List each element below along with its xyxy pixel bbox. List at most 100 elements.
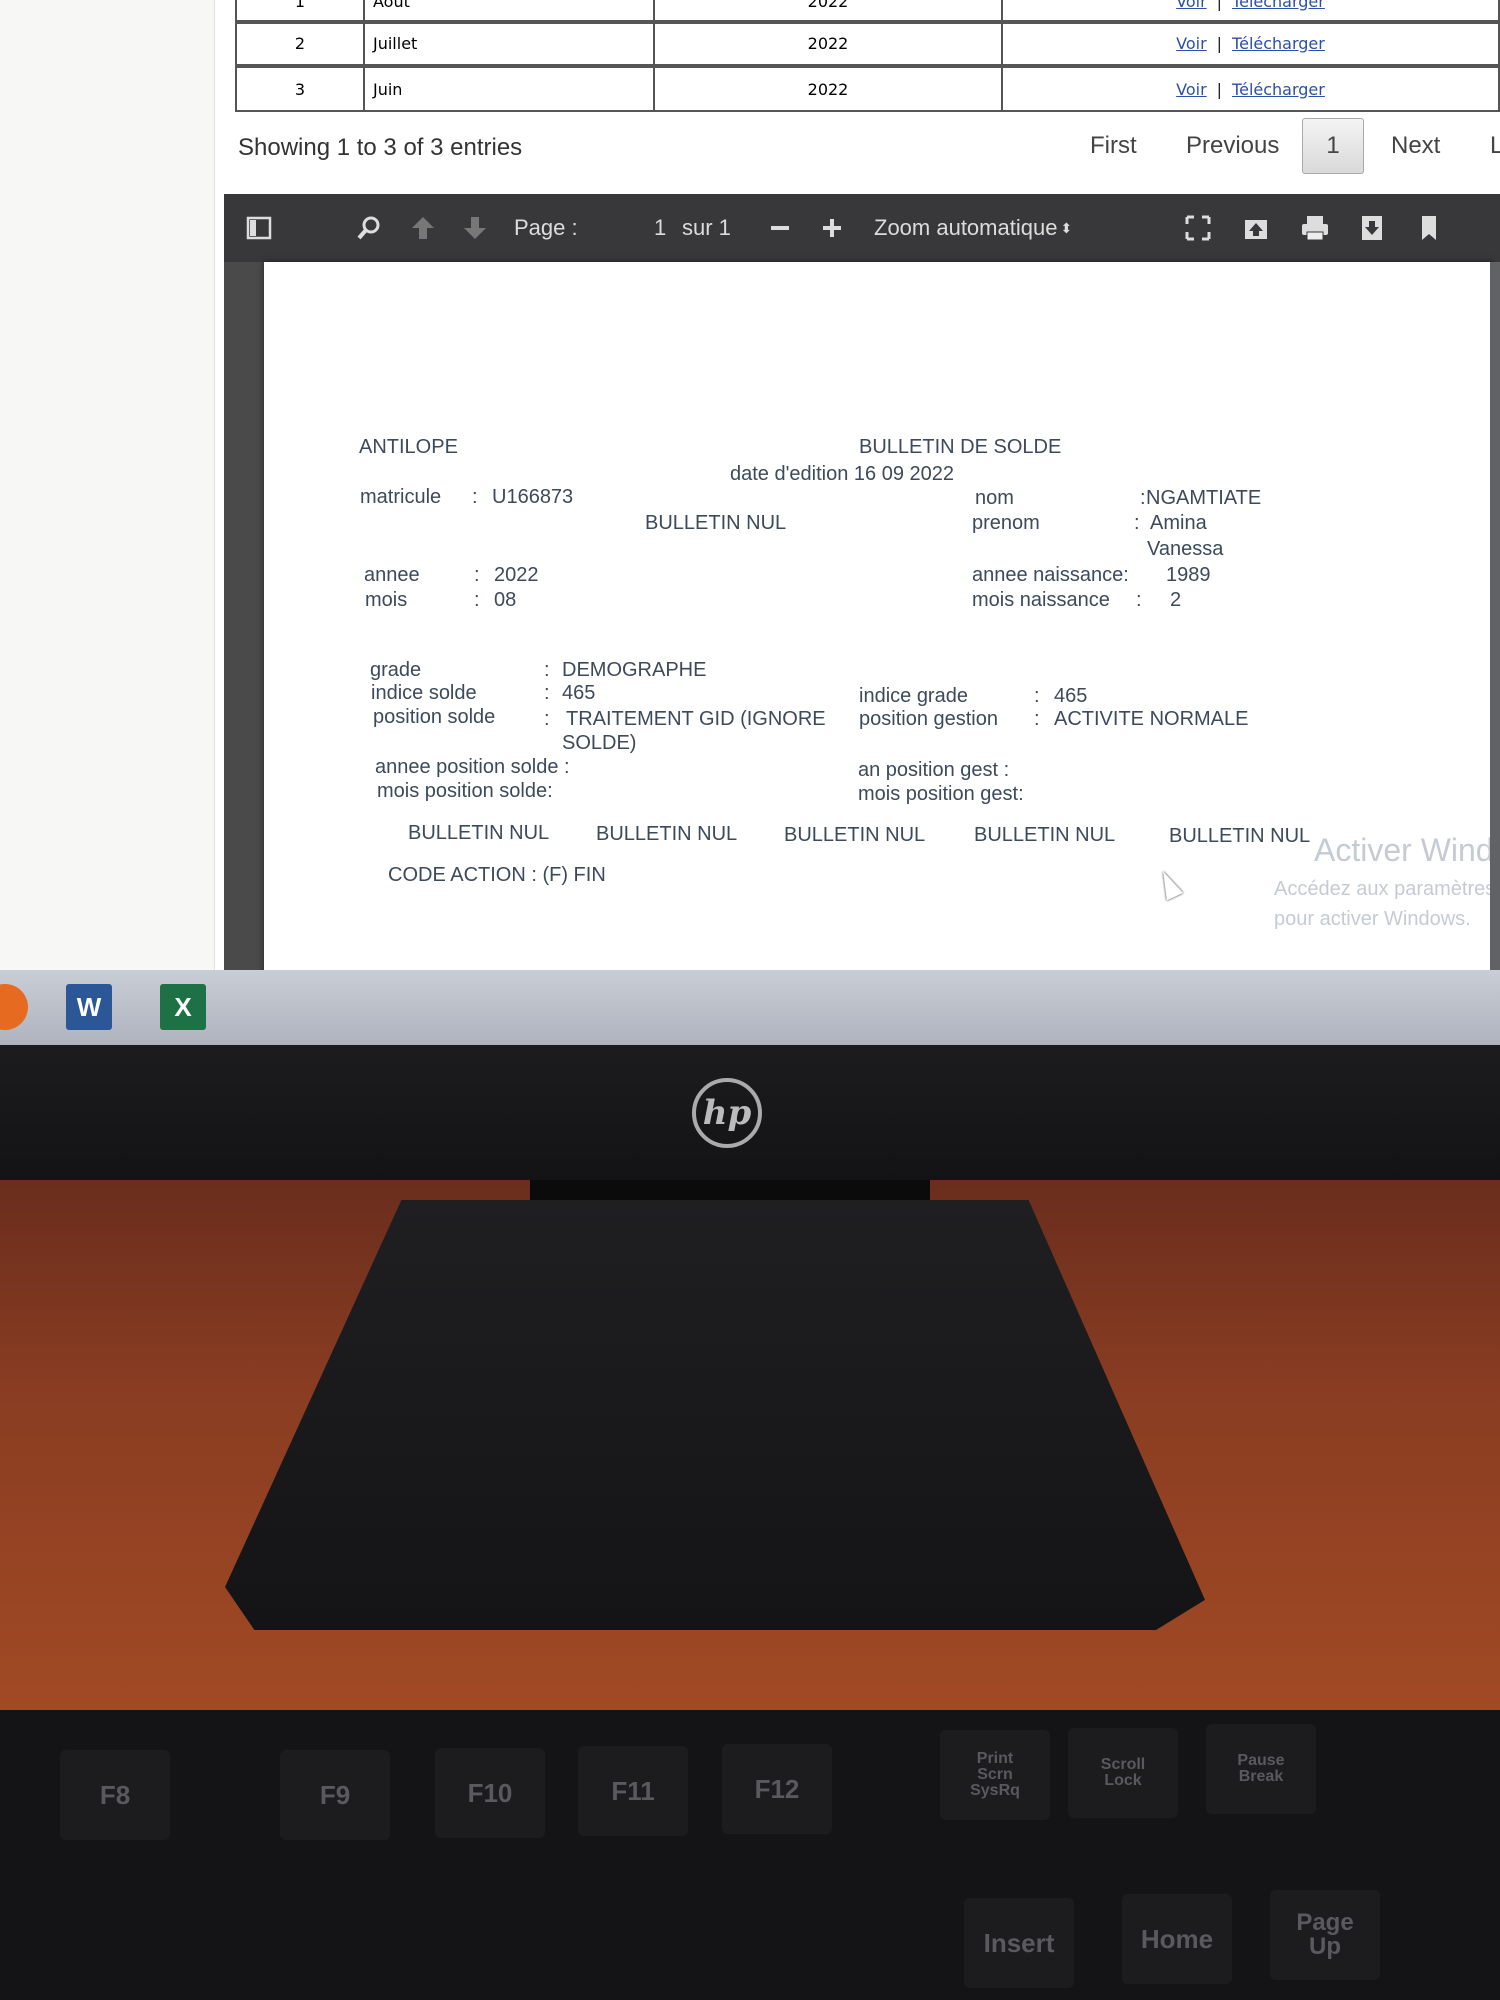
colon: : — [1136, 589, 1142, 611]
row-year: 2022 — [653, 66, 1001, 112]
pdf-viewer: Page : 1 sur 1 Zoom automatique ⬍ ANTILO… — [224, 194, 1500, 1002]
zoom-select[interactable]: Zoom automatique ⬍ — [874, 214, 1072, 242]
download-link[interactable]: Télécharger — [1232, 0, 1325, 11]
mois-position-solde-label: mois position solde: — [377, 780, 553, 802]
hp-logo: hp — [692, 1078, 762, 1148]
status-row-item: BULLETIN NUL — [596, 823, 738, 845]
row-number: 2 — [235, 20, 363, 66]
code-action: CODE ACTION : (F) FIN — [388, 864, 606, 886]
doc-edition-date: date d'edition 16 09 2022 — [730, 463, 955, 485]
position-solde-label: position solde — [373, 706, 496, 728]
download-icon[interactable] — [1358, 214, 1386, 242]
browser-icon[interactable] — [0, 984, 28, 1030]
zoom-out-icon[interactable] — [768, 214, 792, 242]
print-icon[interactable] — [1300, 214, 1330, 242]
row-actions: Voir | Télécharger — [1001, 20, 1500, 66]
colon: : — [544, 682, 550, 704]
row-actions: Voir | Télécharger — [1001, 66, 1500, 112]
key-f9: F9 — [280, 1750, 390, 1840]
colon: : — [544, 708, 550, 730]
table-row: 2 Juillet 2022 Voir | Télécharger — [235, 20, 1500, 66]
viewer-scrollbar[interactable] — [1490, 262, 1500, 1002]
matricule-label: matricule — [360, 486, 442, 508]
mois-naissance-value: 2 — [1170, 589, 1182, 611]
download-link[interactable]: Télécharger — [1232, 34, 1325, 53]
prev-page-icon[interactable] — [410, 214, 436, 242]
taskbar: W X — [0, 970, 1500, 1045]
zoom-in-icon[interactable] — [820, 214, 844, 242]
link-separator: | — [1216, 79, 1223, 99]
an-position-gest-label: an position gest : — [858, 759, 1010, 781]
colon: : — [1134, 512, 1140, 534]
annee-naissance-value: 1989 — [1166, 564, 1211, 586]
keyboard: F8 F9 F10 F11 F12 Print Scrn SysRq Scrol… — [0, 1710, 1500, 2000]
current-page-button[interactable]: 1 — [1302, 118, 1364, 174]
activation-watermark-line: pour activer Windows. — [1274, 908, 1471, 930]
word-icon[interactable]: W — [66, 984, 112, 1030]
position-solde-value-2: SOLDE) — [562, 732, 637, 754]
left-pane — [0, 0, 215, 970]
key-label: Print — [976, 1750, 1014, 1767]
key-f8: F8 — [60, 1750, 170, 1840]
key-f11: F11 — [578, 1746, 688, 1836]
first-page-button[interactable]: First — [1090, 118, 1137, 174]
indice-grade-value: 465 — [1054, 685, 1088, 707]
key-scroll-lock: Scroll Lock — [1068, 1728, 1178, 1818]
prenom-value: Amina — [1150, 512, 1207, 534]
key-page-up: Page Up — [1270, 1890, 1380, 1980]
key-label: Page — [1296, 1909, 1354, 1936]
activation-watermark-title: Activer Windows — [1314, 832, 1500, 868]
pdf-toolbar: Page : 1 sur 1 Zoom automatique ⬍ — [224, 194, 1500, 262]
chevron-updown-icon: ⬍ — [1060, 219, 1073, 236]
colon: : — [474, 564, 480, 586]
colon: : — [544, 659, 550, 681]
grade-label: grade — [370, 659, 422, 681]
annee-position-solde-label: annee position solde : — [375, 756, 570, 778]
position-gestion-value: ACTIVITE NORMALE — [1054, 708, 1249, 730]
key-label: Lock — [1104, 1772, 1142, 1789]
view-link[interactable]: Voir — [1176, 0, 1207, 11]
grade-value: DEMOGRAPHE — [562, 659, 707, 681]
view-link[interactable]: Voir — [1176, 34, 1207, 53]
colon: : — [1140, 487, 1146, 509]
key-f10: F10 — [435, 1748, 545, 1838]
pdf-page: ANTILOPE BULLETIN DE SOLDE date d'editio… — [264, 262, 1500, 1002]
key-label: Break — [1238, 1768, 1284, 1785]
next-page-button[interactable]: Next — [1391, 118, 1440, 174]
colon: : — [474, 589, 480, 611]
annee-naissance-label: annee naissance: — [972, 564, 1129, 586]
excel-icon[interactable]: X — [160, 984, 206, 1030]
page-total: sur 1 — [682, 215, 731, 240]
open-file-icon[interactable] — [1242, 214, 1270, 242]
mois-naissance-label: mois naissance — [972, 589, 1110, 611]
last-page-button[interactable]: L — [1490, 118, 1500, 174]
status-row-item: BULLETIN NUL — [974, 824, 1116, 846]
bookmark-icon[interactable] — [1418, 214, 1440, 242]
page-label: Page : — [514, 215, 578, 240]
sidebar-toggle-icon[interactable] — [246, 214, 272, 242]
download-link[interactable]: Télécharger — [1232, 80, 1325, 99]
next-page-icon[interactable] — [462, 214, 488, 242]
search-icon[interactable] — [356, 214, 382, 242]
key-label: Pause — [1237, 1752, 1285, 1769]
prenom-value-2: Vanessa — [1147, 538, 1224, 560]
zoom-select-value: Zoom automatique — [874, 215, 1058, 240]
status-label: BULLETIN NUL — [645, 512, 787, 534]
previous-page-button[interactable]: Previous — [1186, 118, 1279, 174]
page-number-input[interactable]: 1 — [654, 214, 666, 242]
matricule-value: U166873 — [492, 486, 574, 508]
indice-grade-label: indice grade — [859, 685, 968, 707]
status-row-item: BULLETIN NUL — [1169, 825, 1311, 847]
colon: : — [1034, 685, 1040, 707]
row-month: Juin — [363, 66, 653, 112]
status-row-item: BULLETIN NUL — [784, 824, 926, 846]
view-link[interactable]: Voir — [1176, 80, 1207, 99]
annee-value: 2022 — [494, 564, 539, 586]
status-row-item: BULLETIN NUL — [408, 822, 550, 844]
colon: : — [472, 486, 478, 508]
key-insert: Insert — [964, 1898, 1074, 1988]
link-separator: | — [1216, 0, 1223, 11]
annee-label: annee — [364, 564, 420, 586]
doc-org: ANTILOPE — [359, 436, 458, 458]
presentation-icon[interactable] — [1184, 214, 1212, 242]
